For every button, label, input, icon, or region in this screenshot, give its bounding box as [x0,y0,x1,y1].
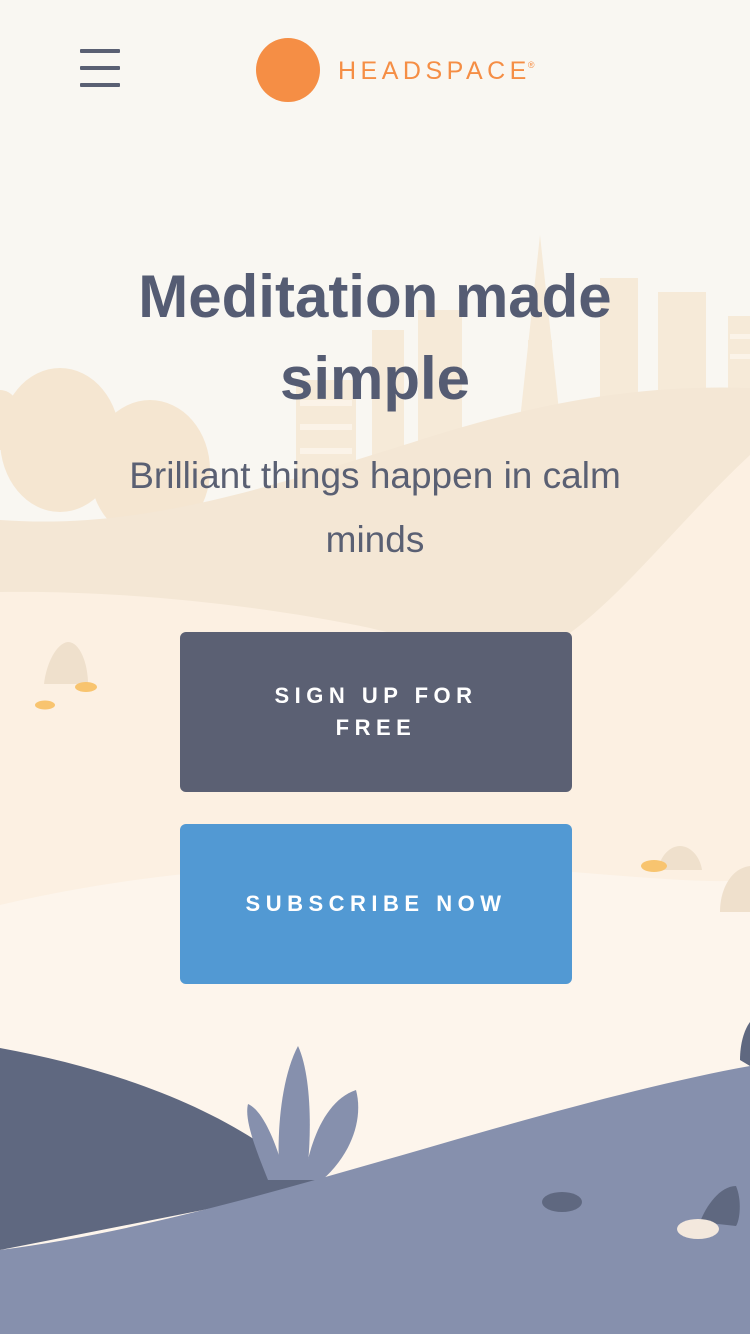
menu-line [80,66,120,70]
subscribe-button[interactable]: SUBSCRIBE NOW [180,824,572,984]
menu-line [80,49,120,53]
subscribe-button-label: SUBSCRIBE NOW [245,891,507,916]
sign-up-button[interactable]: SIGN UP FOR FREE [180,632,572,792]
logo-dot-icon [256,38,320,102]
hero-title: Meditation made simple [138,263,612,412]
menu-line [80,83,120,87]
top-bar: HEADSPACE® [0,0,750,140]
headspace-logo[interactable]: HEADSPACE® [256,38,535,102]
sign-up-button-label: SIGN UP FOR FREE [274,683,478,740]
logo-text: HEADSPACE [338,56,531,85]
registered-mark: ® [527,59,535,70]
hamburger-menu-icon[interactable] [72,40,128,96]
hero-subtitle: Brilliant things happen in calm minds [129,455,621,560]
